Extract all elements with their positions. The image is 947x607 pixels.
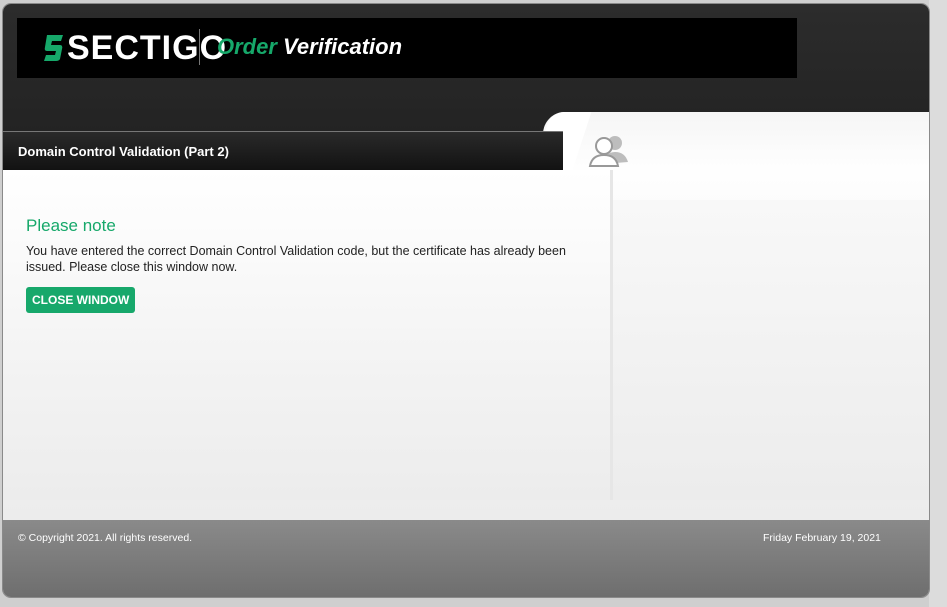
- close-window-button[interactable]: CLOSE WINDOW: [26, 287, 136, 313]
- main-column: Please note You have entered the correct…: [3, 170, 613, 500]
- page-frame: SECTIGO Order Verification Domain Contro…: [3, 4, 929, 597]
- logo-divider: [199, 29, 200, 65]
- user-group-icon: [587, 134, 631, 173]
- content-area: Please note You have entered the correct…: [3, 170, 929, 520]
- copyright-text: © Copyright 2021. All rights reserved.: [18, 532, 193, 544]
- page-title: Order Verification: [217, 32, 402, 62]
- note-message: You have entered the correct Domain Cont…: [26, 244, 566, 274]
- note-heading: Please note: [26, 216, 116, 235]
- footer-date: Friday February 19, 2021: [763, 532, 881, 544]
- logo-bar: SECTIGO Order Verification: [17, 18, 797, 78]
- tab-label: Domain Control Validation (Part 2): [18, 144, 229, 159]
- side-column: [613, 200, 929, 500]
- window-edge: [929, 0, 947, 607]
- footer: © Copyright 2021. All rights reserved. F…: [3, 520, 929, 597]
- tab-bar: Domain Control Validation (Part 2): [3, 131, 563, 172]
- title-rest: Verification: [283, 34, 403, 59]
- title-accent: Order: [217, 34, 277, 59]
